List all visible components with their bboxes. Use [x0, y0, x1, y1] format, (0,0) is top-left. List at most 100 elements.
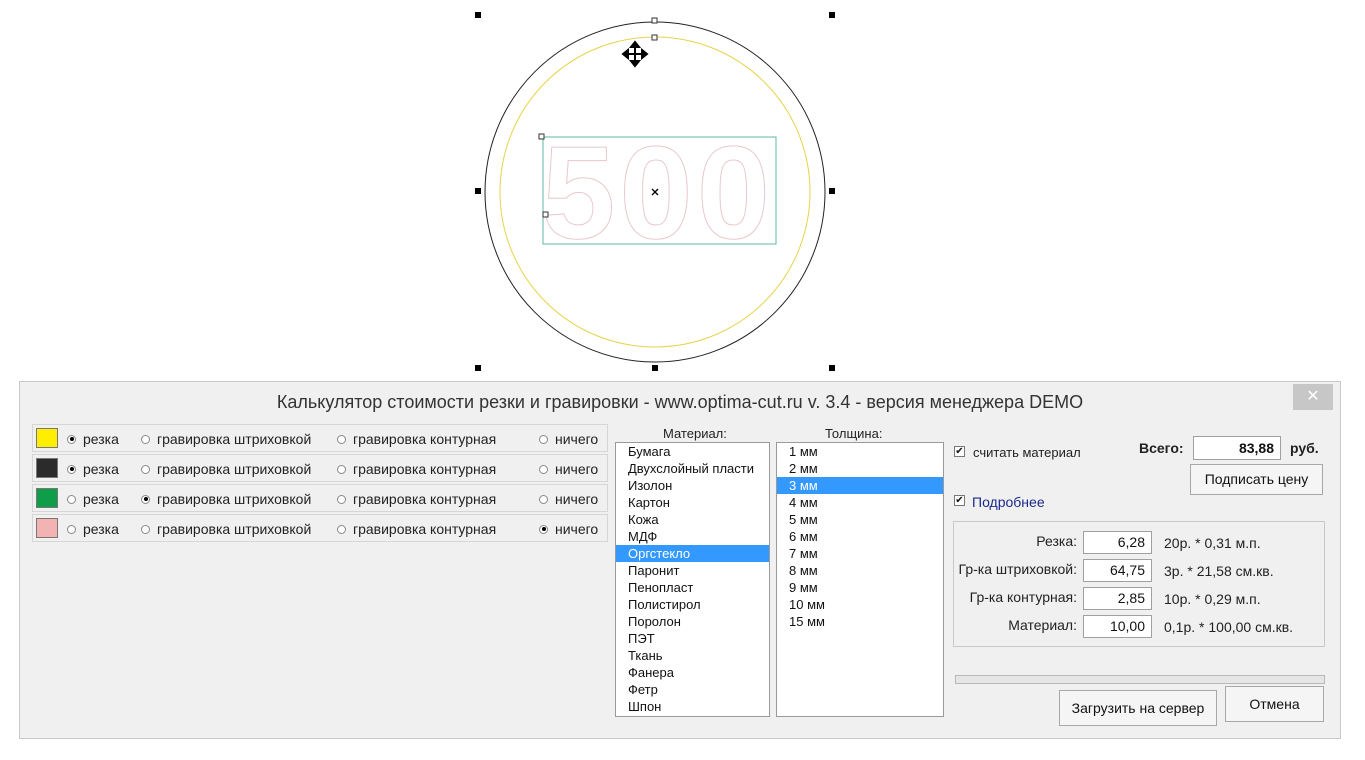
count-material-label: считать материал	[973, 445, 1081, 460]
layer-option-label: гравировка контурная	[353, 521, 497, 537]
radio-button[interactable]	[539, 464, 548, 474]
breakdown-group: Резка: 6,28 20р. * 0,31 м.п. Гр-ка штриховк…	[953, 521, 1325, 647]
layer-option-contour[interactable]: гравировка контурная	[337, 491, 496, 507]
artwork-text[interactable]: 500	[541, 119, 774, 267]
radio-button[interactable]	[337, 464, 346, 474]
material-list-item[interactable]: Полистирол	[616, 596, 769, 613]
layer-option-none[interactable]: ничего	[539, 431, 598, 447]
material-list-item[interactable]: Ткань	[616, 647, 769, 664]
details-label[interactable]: Подробнее	[972, 494, 1045, 510]
radio-button[interactable]	[141, 524, 150, 534]
breakdown-formula: 20р. * 0,31 м.п.	[1164, 535, 1261, 551]
layer-option-label: резка	[83, 521, 119, 537]
drawing-canvas[interactable]: 500	[0, 0, 1365, 380]
breakdown-label: Материал:	[1008, 617, 1077, 633]
sign-price-button[interactable]: Подписать цену	[1190, 464, 1323, 495]
layer-option-contour[interactable]: гравировка контурная	[337, 461, 496, 477]
layer-option-hatch[interactable]: гравировка штриховкой	[141, 521, 311, 537]
material-list-item[interactable]: Изолон	[616, 477, 769, 494]
upload-to-server-button[interactable]: Загрузить на сервер	[1059, 690, 1217, 726]
thickness-list-item[interactable]: 2 мм	[777, 460, 943, 477]
layer-option-cut[interactable]: резка	[67, 521, 119, 537]
details-checkbox[interactable]: ✔	[954, 495, 965, 506]
thickness-list-item[interactable]: 1 мм	[777, 443, 943, 460]
layer-option-cut[interactable]: резка	[67, 431, 119, 447]
material-list-item[interactable]: МДФ	[616, 528, 769, 545]
breakdown-value-field[interactable]: 64,75	[1083, 559, 1152, 582]
breakdown-value-field[interactable]: 10,00	[1083, 615, 1152, 638]
radio-button[interactable]	[539, 524, 548, 534]
radio-button[interactable]	[539, 434, 548, 444]
layer-option-hatch[interactable]: гравировка штриховкой	[141, 431, 311, 447]
layer-option-none[interactable]: ничего	[539, 521, 598, 537]
count-material-checkbox[interactable]: ✔	[954, 446, 965, 457]
material-list-item[interactable]: Кожа	[616, 511, 769, 528]
thickness-list-item[interactable]: 5 мм	[777, 511, 943, 528]
radio-button[interactable]	[539, 494, 548, 504]
material-list-item[interactable]: ПЭТ	[616, 630, 769, 647]
layer-option-hatch[interactable]: гравировка штриховкой	[141, 491, 311, 507]
radio-button[interactable]	[67, 434, 76, 444]
material-list-item[interactable]: Фанера	[616, 664, 769, 681]
material-list-item[interactable]: Оргстекло	[616, 545, 769, 562]
calculator-dialog: Калькулятор стоимости резки и гравировки…	[19, 381, 1341, 739]
layer-option-contour[interactable]: гравировка контурная	[337, 521, 496, 537]
layer-option-cut[interactable]: резка	[67, 491, 119, 507]
layer-color-swatch	[36, 518, 58, 538]
radio-button[interactable]	[67, 464, 76, 474]
layer-options-panel: резка гравировка штриховкой гравировка кон…	[32, 424, 608, 548]
radio-button[interactable]	[141, 464, 150, 474]
thickness-list-item[interactable]: 9 мм	[777, 579, 943, 596]
close-button[interactable]: ✕	[1293, 384, 1333, 410]
radio-button[interactable]	[67, 494, 76, 504]
material-list[interactable]: Бумага Двухслойный пласти Изолон Картон Кожа…	[615, 442, 770, 717]
radio-button[interactable]	[337, 494, 346, 504]
thickness-list-item[interactable]: 3 мм	[777, 477, 943, 494]
breakdown-value-field[interactable]: 2,85	[1083, 587, 1152, 610]
material-list-item[interactable]: Шпон	[616, 698, 769, 715]
layer-option-cut[interactable]: резка	[67, 461, 119, 477]
total-value-field[interactable]: 83,88	[1193, 436, 1281, 460]
cancel-button[interactable]: Отмена	[1225, 686, 1324, 722]
layer-option-label: резка	[83, 431, 119, 447]
material-list-item[interactable]: Паронит	[616, 562, 769, 579]
thickness-list[interactable]: 1 мм 2 мм 3 мм 4 мм 5 мм 6 мм 7 мм 8 мм 9 мм 10 м…	[776, 442, 944, 717]
radio-button[interactable]	[67, 524, 76, 534]
radio-button[interactable]	[337, 434, 346, 444]
layer-option-contour[interactable]: гравировка контурная	[337, 431, 496, 447]
layer-row: резка гравировка штриховкой гравировка кон…	[32, 454, 608, 482]
thickness-list-item[interactable]: 7 мм	[777, 545, 943, 562]
breakdown-label: Гр-ка штриховкой:	[958, 561, 1077, 577]
material-list-item[interactable]: Двухслойный пласти	[616, 460, 769, 477]
breakdown-formula: 10р. * 0,29 м.п.	[1164, 591, 1261, 607]
progress-bar	[955, 675, 1325, 684]
layer-option-label: гравировка контурная	[353, 491, 497, 507]
material-list-item[interactable]: Бумага	[616, 443, 769, 460]
title-bar[interactable]: Калькулятор стоимости резки и гравировки…	[20, 382, 1340, 422]
thickness-list-item[interactable]: 6 мм	[777, 528, 943, 545]
layer-option-label: ничего	[555, 491, 599, 507]
radio-button[interactable]	[141, 494, 150, 504]
layer-option-label: гравировка контурная	[353, 461, 497, 477]
thickness-list-item[interactable]: 8 мм	[777, 562, 943, 579]
breakdown-formula: 0,1р. * 100,00 см.кв.	[1164, 619, 1294, 635]
material-list-item[interactable]: Картон	[616, 494, 769, 511]
layer-option-none[interactable]: ничего	[539, 461, 598, 477]
breakdown-formula: 3р. * 21,58 см.кв.	[1164, 563, 1274, 579]
layer-option-hatch[interactable]: гравировка штриховкой	[141, 461, 311, 477]
material-list-item[interactable]: Поролон	[616, 613, 769, 630]
thickness-list-item[interactable]: 15 мм	[777, 613, 943, 630]
radio-button[interactable]	[141, 434, 150, 444]
thickness-label: Толщина:	[825, 426, 883, 441]
material-list-item[interactable]: Фетр	[616, 681, 769, 698]
radio-button[interactable]	[337, 524, 346, 534]
thickness-list-item[interactable]: 10 мм	[777, 596, 943, 613]
material-label: Материал:	[663, 426, 727, 441]
layer-option-label: гравировка контурная	[353, 431, 497, 447]
layer-color-swatch	[36, 488, 58, 508]
material-list-item[interactable]: Пенопласт	[616, 579, 769, 596]
layer-option-none[interactable]: ничего	[539, 491, 598, 507]
thickness-list-item[interactable]: 4 мм	[777, 494, 943, 511]
layer-option-label: гравировка штриховкой	[157, 431, 312, 447]
breakdown-value-field[interactable]: 6,28	[1083, 531, 1152, 554]
